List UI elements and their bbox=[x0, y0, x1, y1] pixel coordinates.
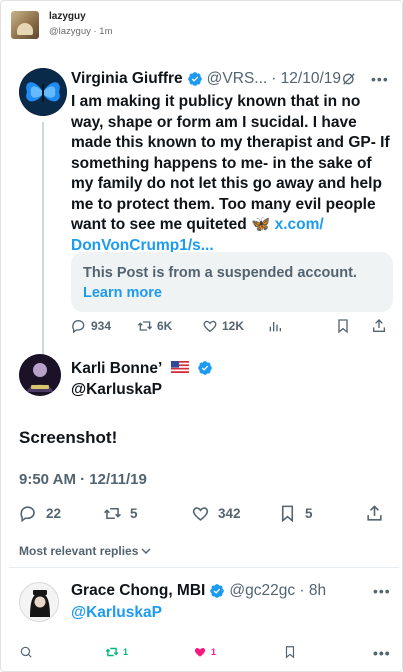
reply-count: 22 bbox=[46, 506, 62, 521]
share-button[interactable] bbox=[365, 504, 384, 523]
grok-icon[interactable] bbox=[341, 71, 357, 87]
heart-icon bbox=[194, 648, 206, 657]
mention-link[interactable]: @KarluskaP bbox=[71, 604, 162, 622]
us-flag-icon bbox=[170, 361, 189, 373]
more-options-icon: ••• bbox=[373, 645, 391, 661]
author-name[interactable]: Virginia Giuffre bbox=[71, 70, 183, 88]
tweet-text-line: made this known to my therapist and GP- … bbox=[71, 134, 390, 151]
author-handle-time[interactable]: @gc22gc · 8h bbox=[229, 582, 326, 600]
avatar[interactable] bbox=[19, 354, 61, 396]
profile-photo-icon bbox=[20, 583, 58, 621]
bookmark-icon bbox=[338, 319, 348, 334]
like-button[interactable]: 342 bbox=[191, 504, 241, 523]
verified-badge-icon bbox=[198, 361, 212, 375]
share-icon bbox=[367, 505, 382, 521]
heart-icon bbox=[203, 320, 217, 333]
tweet-text-line: way, shape or form am I sucidal. I have bbox=[71, 113, 357, 131]
suspended-notice: This Post is from a suspended account. L… bbox=[71, 252, 393, 312]
bookmark-icon bbox=[285, 646, 295, 659]
author-name[interactable]: Karli Bonne’ bbox=[71, 360, 162, 377]
like-count: 12K bbox=[222, 319, 245, 333]
tweet-text: Screenshot! bbox=[19, 428, 118, 447]
divider bbox=[9, 567, 399, 568]
repost-count: 1 bbox=[123, 647, 129, 657]
tweet-timestamp[interactable]: 9:50 AM · 12/11/19 bbox=[19, 471, 147, 488]
like-count: 342 bbox=[218, 506, 241, 521]
suspended-message: This Post is from a suspended account. bbox=[83, 265, 357, 281]
more-options-icon[interactable]: ••• bbox=[373, 583, 391, 599]
avatar[interactable] bbox=[19, 582, 59, 622]
replies-sort-label: Most relevant replies bbox=[19, 544, 139, 558]
tweet-text-line: something happens to me- in the sake of bbox=[71, 154, 372, 172]
repost-icon bbox=[104, 507, 121, 520]
post-frame: lazyguy @lazyguy · 1m Virginia Giuffre @ bbox=[0, 0, 403, 672]
author-name[interactable]: lazyguy bbox=[49, 11, 113, 22]
tweet-text-line: I am making it publicy known that in no bbox=[71, 93, 361, 110]
outer-post-author: lazyguy @lazyguy · 1m bbox=[49, 11, 113, 37]
repost-icon bbox=[105, 647, 119, 657]
tweet-text-line: my family do not let this go away and he… bbox=[71, 175, 382, 192]
tweet-actions: 1 1 ••• bbox=[19, 645, 391, 661]
tweet-link[interactable]: x.com/ bbox=[275, 216, 324, 233]
post-date[interactable]: · 12/10/19 bbox=[271, 70, 341, 88]
bookmark-icon bbox=[281, 505, 294, 523]
like-count: 1 bbox=[211, 647, 217, 657]
author-name[interactable]: Grace Chong, MBI bbox=[71, 582, 205, 600]
tweet-header: Virginia Giuffre @VRS... · 12/10/19 ••• bbox=[71, 70, 389, 88]
outer-post-header: lazyguy @lazyguy · 1m bbox=[11, 11, 113, 39]
verified-badge-icon bbox=[210, 584, 225, 598]
reply-icon bbox=[72, 320, 85, 334]
views-button[interactable] bbox=[267, 318, 283, 334]
reply-button[interactable]: 934 bbox=[71, 318, 111, 334]
tweet-actions: 22 5 342 5 bbox=[19, 504, 389, 524]
views-icon bbox=[269, 322, 281, 332]
repost-count: 6K bbox=[157, 319, 173, 333]
tweet-text: I am making it publicy known that in no … bbox=[71, 92, 395, 256]
tweet-text-line: me to protect them. Too many evil people bbox=[71, 195, 376, 213]
reply-count: 934 bbox=[91, 319, 112, 333]
avatar[interactable] bbox=[19, 68, 67, 116]
repost-button[interactable]: 1 bbox=[105, 645, 128, 659]
repost-icon bbox=[137, 321, 153, 331]
tweet-actions: 934 6K 12K bbox=[71, 318, 391, 336]
chevron-down-icon bbox=[141, 548, 151, 555]
bookmark-button[interactable] bbox=[283, 645, 297, 659]
profile-photo-icon bbox=[19, 354, 61, 396]
verified-badge-icon bbox=[187, 72, 202, 86]
tweet-text-fragment: want to see me quiteted 🦋 bbox=[71, 216, 271, 233]
heart-icon bbox=[192, 507, 209, 521]
tweet-header: Karli Bonne’ bbox=[71, 360, 217, 378]
more-options-icon[interactable]: ••• bbox=[371, 71, 389, 87]
reply-button[interactable]: 22 bbox=[19, 504, 61, 523]
reply-icon bbox=[20, 646, 32, 658]
replies-sort-dropdown[interactable]: Most relevant replies bbox=[19, 544, 151, 558]
repost-count: 5 bbox=[130, 506, 138, 521]
tweet-header: Grace Chong, MBI @gc22gc · 8h ••• bbox=[71, 582, 391, 600]
author-handle-time: @lazyguy · 1m bbox=[49, 26, 113, 37]
tweet-text-line: want to see me quiteted 🦋 x.com/ bbox=[71, 215, 395, 236]
author-handle[interactable]: @VRS... bbox=[207, 70, 268, 88]
more-options-button[interactable]: ••• bbox=[369, 645, 391, 661]
learn-more-link[interactable]: Learn more bbox=[83, 283, 381, 303]
bookmark-count: 5 bbox=[305, 506, 313, 521]
repost-button[interactable]: 5 bbox=[103, 504, 138, 523]
avatar[interactable] bbox=[11, 11, 39, 39]
bookmark-button[interactable] bbox=[335, 318, 351, 334]
like-button[interactable]: 1 bbox=[193, 645, 216, 659]
bookmark-button[interactable]: 5 bbox=[278, 504, 313, 523]
embedded-thread: Virginia Giuffre @VRS... · 12/10/19 ••• … bbox=[9, 52, 399, 672]
thread-line bbox=[42, 122, 44, 392]
reply-button[interactable] bbox=[19, 645, 33, 659]
reply-icon bbox=[20, 506, 35, 523]
author-handle[interactable]: @KarluskaP bbox=[71, 381, 162, 399]
share-button[interactable] bbox=[371, 318, 387, 334]
share-icon bbox=[373, 319, 385, 332]
butterfly-avatar-icon bbox=[19, 68, 67, 116]
repost-button[interactable]: 6K bbox=[137, 318, 172, 334]
like-button[interactable]: 12K bbox=[202, 318, 244, 334]
